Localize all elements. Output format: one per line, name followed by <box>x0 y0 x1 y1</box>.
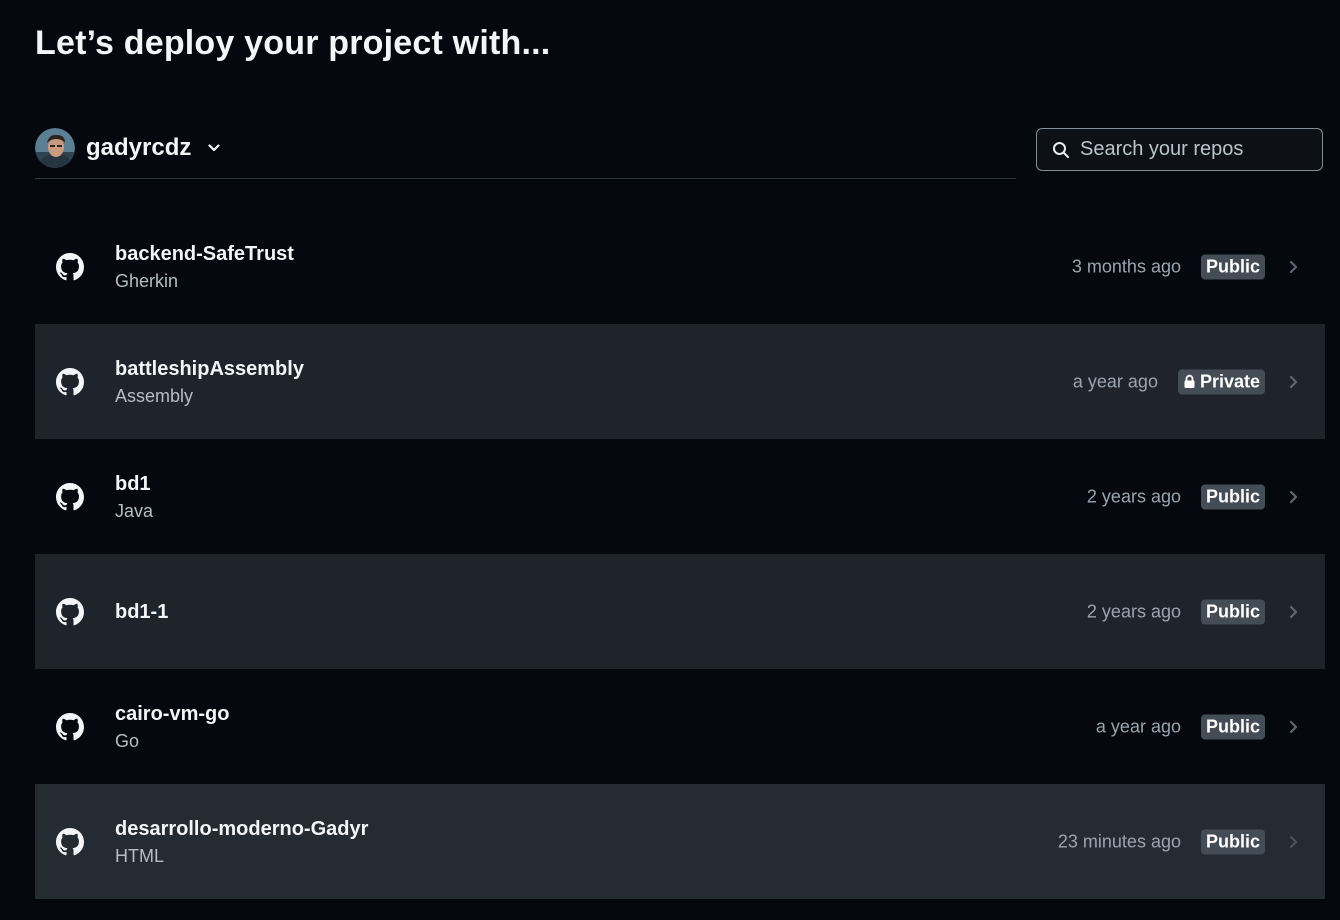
repo-name: desarrollo-moderno-Gadyr <box>115 817 369 840</box>
visibility-badge: Public <box>1200 714 1265 739</box>
repo-row[interactable]: battleshipAssembly Assembly a year ago P… <box>35 324 1325 439</box>
repo-updated: a year ago <box>1072 371 1158 391</box>
repo-updated: 3 months ago <box>1071 256 1181 276</box>
repo-updated: 2 years ago <box>1086 601 1181 621</box>
account-name: gadyrcdz <box>86 134 192 161</box>
visibility-badge: Private <box>1177 369 1265 394</box>
chevron-right-icon <box>1289 490 1298 503</box>
repo-updated: 2 years ago <box>1086 486 1181 506</box>
search-box[interactable] <box>1036 128 1323 171</box>
github-icon <box>56 597 84 625</box>
visibility-badge: Public <box>1200 484 1265 509</box>
repo-name: battleshipAssembly <box>115 357 304 380</box>
user-avatar <box>35 128 75 168</box>
repo-row[interactable]: desarrollo-moderno-Gadyr HTML 23 minutes… <box>35 784 1325 899</box>
repo-language: Assembly <box>115 385 194 406</box>
github-icon <box>56 712 84 740</box>
repo-name: bd1 <box>115 472 151 495</box>
chevron-right-icon <box>1289 260 1298 273</box>
chevron-right-icon <box>1289 375 1298 388</box>
repo-language: Gherkin <box>115 270 179 291</box>
chevron-right-icon <box>1289 835 1298 848</box>
page-title: Let’s deploy your project with... <box>35 24 551 62</box>
visibility-badge: Public <box>1200 599 1265 624</box>
visibility-label: Public <box>1205 716 1260 736</box>
account-bar: gadyrcdz <box>35 128 1016 179</box>
repo-list: backend-SafeTrust Gherkin 3 months ago P… <box>35 209 1325 899</box>
visibility-label: Public <box>1205 831 1260 851</box>
github-icon <box>56 367 84 395</box>
visibility-badge: Public <box>1200 829 1265 854</box>
github-icon <box>56 252 84 280</box>
account-switcher[interactable]: gadyrcdz <box>35 128 222 168</box>
repo-language: HTML <box>115 845 164 866</box>
chevron-right-icon <box>1289 605 1298 618</box>
repo-name: backend-SafeTrust <box>115 242 294 265</box>
repo-updated: 23 minutes ago <box>1057 831 1181 851</box>
chevron-right-icon <box>1289 720 1298 733</box>
repo-name: bd1-1 <box>115 600 169 623</box>
search-icon <box>1052 141 1070 159</box>
repo-language: Go <box>115 730 140 751</box>
repo-language: Java <box>115 500 154 521</box>
search-input[interactable] <box>1080 138 1322 161</box>
repo-row[interactable]: backend-SafeTrust Gherkin 3 months ago P… <box>35 209 1325 324</box>
repo-updated: a year ago <box>1095 716 1181 736</box>
visibility-label: Public <box>1205 601 1260 621</box>
github-icon <box>56 482 84 510</box>
visibility-badge: Public <box>1200 254 1265 279</box>
repo-row[interactable]: cairo-vm-go Go a year ago Public <box>35 669 1325 784</box>
visibility-label: Public <box>1205 256 1260 276</box>
repo-name: cairo-vm-go <box>115 702 230 725</box>
repo-row[interactable]: bd1-1 2 years ago Public <box>35 554 1325 669</box>
visibility-label: Private <box>1199 371 1260 391</box>
repo-row[interactable]: bd1 Java 2 years ago Public <box>35 439 1325 554</box>
lock-icon <box>1184 374 1195 388</box>
chevron-down-icon[interactable] <box>206 140 222 156</box>
visibility-label: Public <box>1205 486 1260 506</box>
github-icon <box>56 827 84 855</box>
